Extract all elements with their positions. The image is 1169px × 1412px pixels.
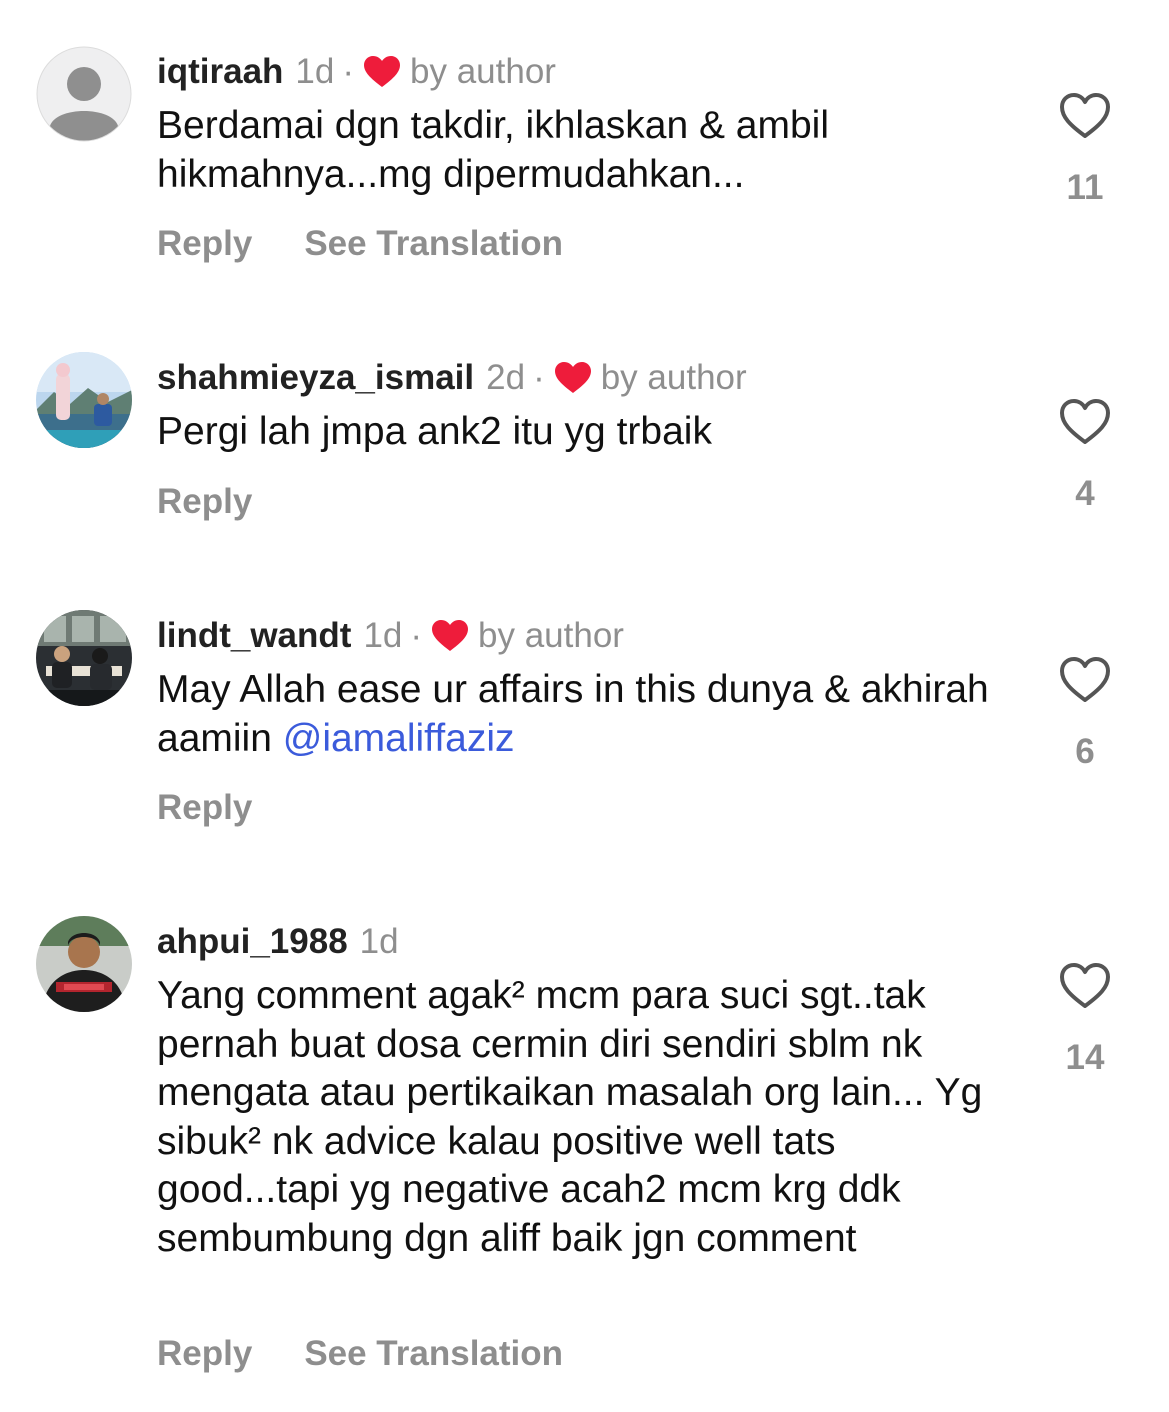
like-count: 4 — [1075, 474, 1095, 513]
reply-button[interactable]: Reply — [157, 482, 252, 522]
heart-outline-icon — [1060, 93, 1110, 138]
like-button[interactable] — [1059, 398, 1111, 446]
comment-meta: iqtiraah 1d · by author — [157, 52, 556, 92]
avatar[interactable] — [36, 352, 132, 448]
comment-actions: Reply — [157, 482, 304, 522]
reply-button[interactable]: Reply — [157, 788, 252, 828]
avatar[interactable] — [36, 916, 132, 1012]
avatar[interactable] — [36, 610, 132, 706]
author-like-label: by author — [410, 52, 556, 91]
username[interactable]: iqtiraah — [157, 52, 283, 92]
username[interactable]: ahpui_1988 — [157, 922, 348, 962]
comment-meta: ahpui_1988 1d — [157, 922, 399, 962]
separator-dot: · — [533, 358, 545, 397]
timestamp: 1d — [295, 52, 335, 91]
like-button[interactable] — [1059, 92, 1111, 140]
heart-outline-icon — [1060, 657, 1110, 702]
heart-outline-icon — [1060, 399, 1110, 444]
username[interactable]: shahmieyza_ismail — [157, 358, 474, 398]
like-count: 11 — [1066, 168, 1104, 207]
heart-filled-icon — [554, 362, 591, 394]
comment-actions: Reply — [157, 788, 304, 828]
comment-text: Pergi lah jmpa ank2 itu yg trbaik — [157, 410, 712, 453]
photo-avatar — [36, 916, 132, 1012]
photo-avatar — [36, 610, 132, 706]
comment-actions: Reply See Translation — [157, 224, 563, 264]
heart-filled-icon — [432, 620, 469, 652]
like-count: 6 — [1075, 732, 1095, 771]
heart-outline-icon — [1060, 963, 1110, 1008]
default-avatar-icon — [36, 46, 132, 142]
comment-meta: lindt_wandt 1d · by author — [157, 616, 624, 656]
like-button[interactable] — [1059, 656, 1111, 704]
see-translation-button[interactable]: See Translation — [304, 1334, 563, 1374]
comment-text: Yang comment agak² mcm para suci sgt..ta… — [157, 974, 983, 1260]
separator-dot: · — [342, 52, 355, 91]
heart-filled-icon — [364, 56, 401, 88]
comment-actions: Reply See Translation — [157, 1334, 563, 1374]
author-like-label: by author — [478, 616, 624, 655]
timestamp: 2d — [486, 358, 526, 397]
separator-dot: · — [410, 616, 423, 655]
reply-button[interactable]: Reply — [157, 1334, 252, 1374]
like-button[interactable] — [1059, 962, 1111, 1010]
timestamp: 1d — [363, 616, 403, 655]
like-count: 14 — [1065, 1038, 1105, 1077]
comment-meta: shahmieyza_ismail 2d · by author — [157, 358, 747, 398]
reply-button[interactable]: Reply — [157, 224, 252, 264]
username[interactable]: lindt_wandt — [157, 616, 351, 656]
timestamp: 1d — [359, 922, 399, 961]
comment-text: Berdamai dgn takdir, ikhlaskan & ambil h… — [157, 104, 830, 196]
author-like-label: by author — [600, 358, 747, 397]
comment-text: May Allah ease ur affairs in this dunya … — [157, 666, 1017, 763]
photo-avatar — [36, 352, 132, 448]
see-translation-button[interactable]: See Translation — [304, 224, 563, 264]
mention-link[interactable]: @iamaliffaziz — [283, 717, 515, 760]
avatar[interactable] — [36, 46, 132, 142]
